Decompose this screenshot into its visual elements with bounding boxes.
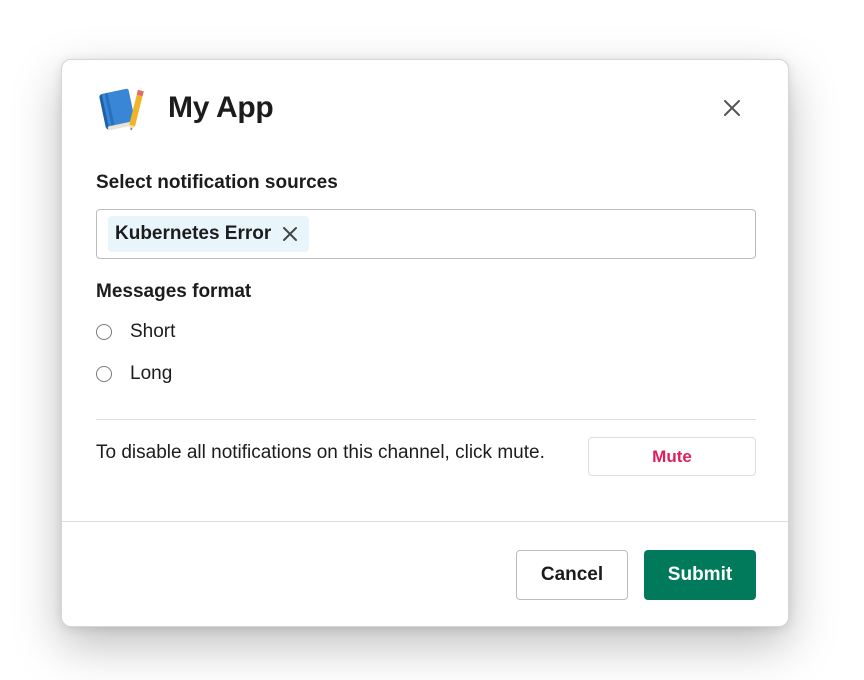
radio-button[interactable]: [96, 366, 112, 382]
radio-label: Short: [130, 321, 176, 342]
modal-title: My App: [168, 91, 274, 124]
section-divider: [96, 419, 756, 420]
mute-description: To disable all notifications on this cha…: [96, 442, 545, 463]
radio-option-short[interactable]: Short: [96, 318, 175, 346]
radio-label: Long: [130, 363, 173, 384]
radio-button[interactable]: [96, 324, 112, 340]
notebook-icon: [96, 84, 144, 132]
notification-sources-label: Select notification sources: [96, 172, 338, 193]
close-icon: [724, 100, 740, 116]
chip-label: Kubernetes Error: [115, 223, 272, 244]
notification-sources-select[interactable]: Kubernetes Error: [96, 209, 756, 259]
messages-format-label: Messages format: [96, 281, 252, 302]
modal-dialog: My App Select notification sources Kuber…: [61, 59, 789, 627]
footer-divider: [62, 521, 788, 522]
submit-button[interactable]: Submit: [644, 550, 756, 600]
mute-button[interactable]: Mute: [588, 437, 756, 476]
cancel-button[interactable]: Cancel: [516, 550, 628, 600]
radio-option-long[interactable]: Long: [96, 360, 172, 388]
selected-chip-kubernetes-error: Kubernetes Error: [108, 216, 310, 252]
remove-chip-button[interactable]: [281, 225, 299, 243]
close-icon: [283, 227, 298, 241]
close-button[interactable]: [716, 92, 748, 124]
